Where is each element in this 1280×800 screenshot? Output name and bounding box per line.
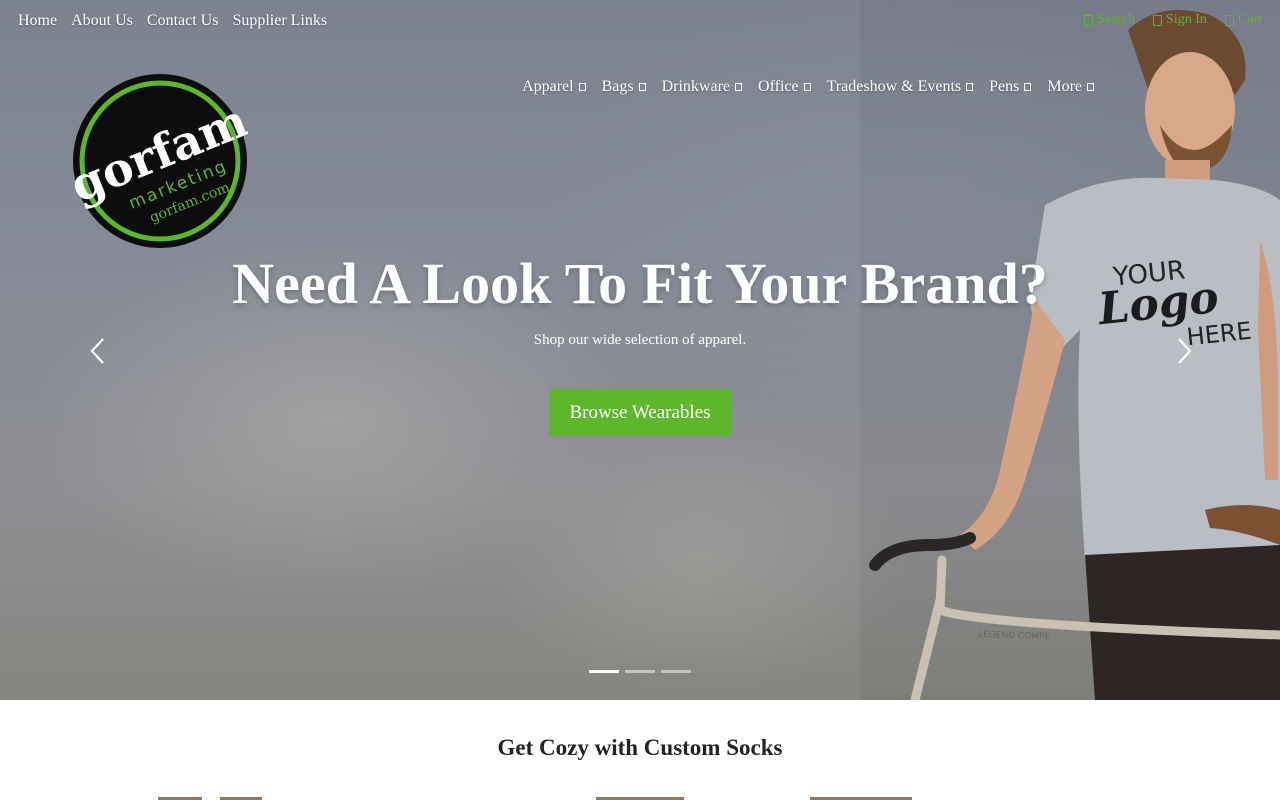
chevron-down-icon [735,83,743,91]
chevron-down-icon [1087,83,1094,91]
carousel-indicator-2[interactable] [625,670,655,673]
chevron-down-icon [1024,83,1032,91]
browse-wearables-button[interactable]: Browse Wearables [549,389,731,436]
user-icon [1153,14,1163,26]
nav-bags[interactable]: Bags [602,78,646,96]
chevron-down-icon [803,83,811,91]
nav-drinkware-label: Drinkware [661,78,731,95]
nav-more[interactable]: More [1047,78,1094,96]
nav-bags-label: Bags [601,78,634,95]
sign-in-link[interactable]: Sign In [1153,12,1207,28]
nav-pens[interactable]: Pens [989,78,1032,96]
main-nav: Apparel Bags Drinkware Office Tradeshow … [522,78,1094,96]
chevron-down-icon [578,83,586,91]
nav-office-label: Office [758,78,799,95]
hero-headline: Need A Look To Fit Your Brand? [232,251,1048,316]
carousel-indicator-1[interactable] [589,670,619,673]
nav-pens-label: Pens [989,78,1020,95]
sign-in-label: Sign In [1166,12,1207,27]
search-label: Search [1096,12,1136,27]
nav-link-contact[interactable]: Contact Us [147,12,219,30]
nav-link-suppliers[interactable]: Supplier Links [232,12,327,30]
nav-office[interactable]: Office [758,78,811,96]
search-icon [1083,14,1093,26]
utility-nav: Home About Us Contact Us Supplier Links [18,12,327,30]
nav-tradeshow-label: Tradeshow & Events [826,78,962,95]
nav-tradeshow[interactable]: Tradeshow & Events [827,78,974,96]
gorfam-logo[interactable]: gorfam marketing gorfam.com [72,73,248,249]
chevron-right-icon[interactable] [1174,336,1194,366]
nav-more-label: More [1047,78,1082,95]
nav-drinkware[interactable]: Drinkware [661,78,743,96]
chevron-down-icon [966,83,974,91]
account-links: Search Sign In Cart [1083,12,1262,28]
nav-link-home[interactable]: Home [18,12,57,30]
cart-label: Cart [1237,12,1262,27]
section-title: Get Cozy with Custom Socks [497,735,783,760]
chevron-down-icon [638,83,646,91]
hero-model-image: YOUR Logo HERE LEGEND COMPE [860,0,1280,700]
chevron-left-icon[interactable] [88,336,108,366]
nav-apparel[interactable]: Apparel [522,78,586,96]
carousel-indicator-3[interactable] [661,670,691,673]
cart-link[interactable]: Cart [1224,12,1262,28]
carousel-indicators [589,670,691,673]
search-link[interactable]: Search [1083,12,1136,28]
nav-apparel-label: Apparel [522,78,574,95]
hero-carousel: YOUR Logo HERE LEGEND COMPE Home About U… [0,0,1280,700]
nav-link-about[interactable]: About Us [71,12,133,30]
hero-subline: Shop our wide selection of apparel. [533,332,747,348]
cart-icon [1224,14,1234,26]
